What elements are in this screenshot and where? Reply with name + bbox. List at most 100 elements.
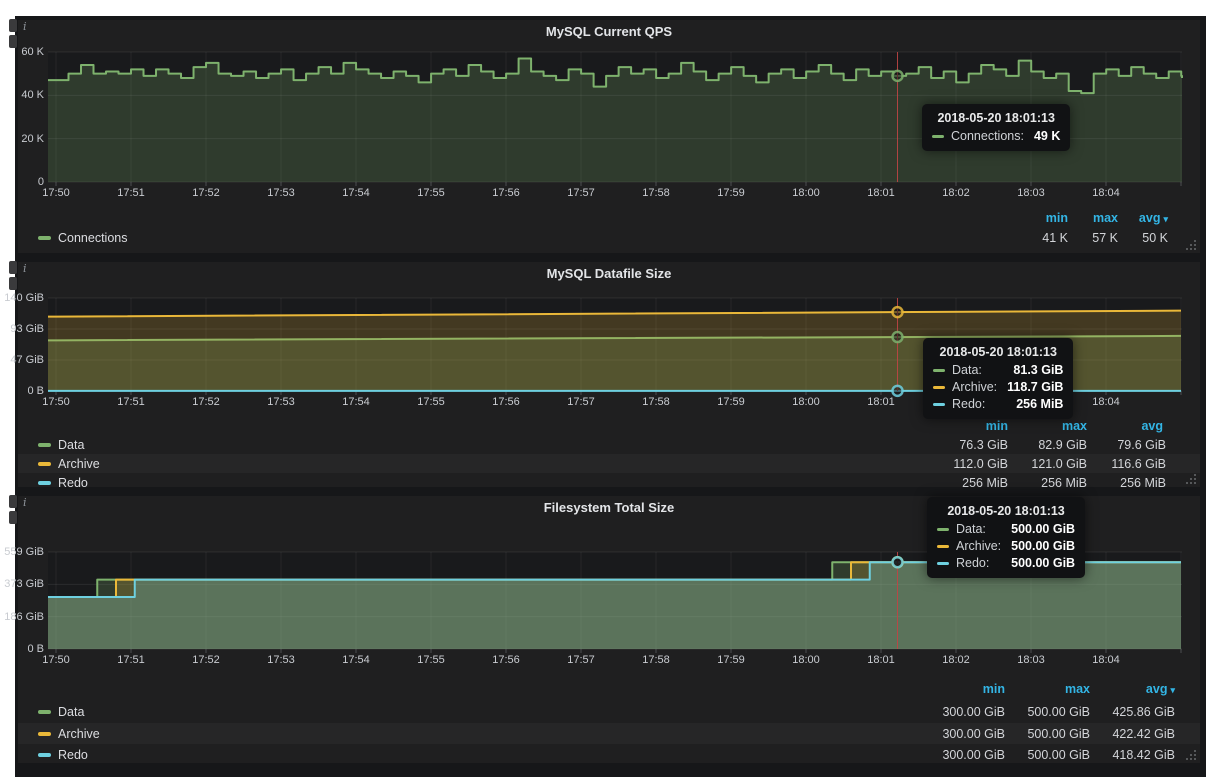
x-tick-label: 17:55 (406, 654, 456, 666)
legend-row: Redo 300.00 GiB 500.00 GiB 418.42 GiB (18, 744, 1200, 765)
x-tick-label: 17:50 (31, 187, 81, 199)
series-color-dash (937, 545, 949, 548)
stat-min-value: 112.0 GiB (929, 457, 1008, 471)
panel-title[interactable]: MySQL Current QPS (18, 24, 1200, 39)
x-tick-label: 18:00 (781, 654, 831, 666)
legend-series-data[interactable]: Data (38, 705, 84, 719)
tooltip-series-value: 500.00 GiB (1011, 556, 1075, 570)
x-tick-label: 17:52 (181, 396, 231, 408)
legend-row: Data 76.3 GiB 82.9 GiB 79.6 GiB (18, 435, 1200, 454)
legend-series-data[interactable]: Data (38, 438, 84, 452)
legend-row: Archive 300.00 GiB 500.00 GiB 422.42 GiB (18, 723, 1200, 744)
x-tick-label: 18:00 (781, 396, 831, 408)
x-tick-label: 17:50 (31, 654, 81, 666)
stat-header-min[interactable]: min (929, 419, 1008, 433)
legend-series-redo[interactable]: Redo (38, 748, 88, 762)
stat-max-value: 121.0 GiB (1008, 457, 1087, 471)
hover-point-marker (893, 307, 903, 317)
panel-resize-grip[interactable] (1186, 240, 1197, 251)
legend-series-archive[interactable]: Archive (38, 457, 100, 471)
x-tick-label: 17:51 (106, 187, 156, 199)
stat-header-avg[interactable]: avg (1087, 419, 1166, 433)
x-tick-label: 17:53 (256, 654, 306, 666)
legend-series-label: Archive (58, 457, 100, 471)
x-axis: 17:5017:5117:5217:5317:5417:5517:5617:57… (18, 187, 1200, 201)
stat-avg-value: 425.86 GiB (1090, 705, 1175, 719)
stat-max-value: 500.00 GiB (1005, 748, 1090, 762)
x-tick-label: 17:56 (481, 187, 531, 199)
chart-tooltip: 2018-05-20 18:01:13 Connections: 49 K (922, 104, 1070, 151)
stat-header-max[interactable]: max (1005, 682, 1090, 696)
stat-avg-value: 116.6 GiB (1087, 457, 1166, 471)
x-tick-label: 18:01 (856, 396, 906, 408)
stat-avg-value: 50 K (1118, 231, 1168, 245)
tooltip-series-value: 500.00 GiB (1011, 522, 1075, 536)
series-color-dash (38, 710, 51, 714)
series-color-dash (38, 462, 51, 466)
chart-tooltip: 2018-05-20 18:01:13 Data: 81.3 GiB Archi… (923, 338, 1073, 419)
panel-drag-handle[interactable] (9, 495, 17, 527)
stat-max-value: 57 K (1068, 231, 1118, 245)
panel-resize-grip[interactable] (1186, 750, 1197, 761)
legend-row: Redo 256 MiB 256 MiB 256 MiB (18, 473, 1200, 492)
y-tick-label: 186 GiB (2, 611, 44, 623)
stats-header-row: min max avg▾ (18, 209, 1200, 227)
series-color-dash (933, 369, 945, 372)
x-tick-label: 18:03 (1006, 187, 1056, 199)
legend-series-archive[interactable]: Archive (38, 727, 100, 741)
legend-series-label: Redo (58, 748, 88, 762)
tooltip-series-value: 49 K (1034, 129, 1060, 143)
legend-series-label: Data (58, 438, 84, 452)
y-tick-label: 559 GiB (2, 546, 44, 558)
hover-point-marker (893, 332, 903, 342)
stat-max-value: 82.9 GiB (1008, 438, 1087, 452)
x-tick-label: 17:59 (706, 396, 756, 408)
x-tick-label: 17:57 (556, 396, 606, 408)
y-tick-label: 47 GiB (2, 354, 44, 366)
x-tick-label: 17:56 (481, 396, 531, 408)
x-tick-label: 17:51 (106, 654, 156, 666)
legend-series-connections[interactable]: Connections (38, 231, 128, 245)
chart-tooltip: 2018-05-20 18:01:13 Data: 500.00 GiB Arc… (927, 497, 1085, 578)
y-tick-label: 373 GiB (2, 578, 44, 590)
series-color-dash (38, 481, 51, 485)
x-tick-label: 17:53 (256, 396, 306, 408)
y-tick-label: 93 GiB (2, 323, 44, 335)
series-color-dash (933, 386, 945, 389)
panel-title[interactable]: MySQL Datafile Size (18, 266, 1200, 281)
legend-series-label: Data (58, 705, 84, 719)
tooltip-timestamp: 2018-05-20 18:01:13 (933, 345, 1063, 359)
x-tick-label: 17:57 (556, 187, 606, 199)
x-tick-label: 17:53 (256, 187, 306, 199)
x-tick-label: 17:58 (631, 654, 681, 666)
x-tick-label: 18:00 (781, 187, 831, 199)
legend-series-redo[interactable]: Redo (38, 476, 88, 490)
stat-max-value: 500.00 GiB (1005, 727, 1090, 741)
stat-header-max[interactable]: max (1008, 419, 1087, 433)
stat-avg-value: 418.42 GiB (1090, 748, 1175, 762)
stat-header-max[interactable]: max (1068, 211, 1118, 225)
stat-avg-value: 422.42 GiB (1090, 727, 1175, 741)
x-tick-label: 18:01 (856, 187, 906, 199)
sort-caret-icon: ▾ (1170, 685, 1175, 695)
stat-header-min[interactable]: min (920, 682, 1005, 696)
panel-drag-handle[interactable] (9, 19, 17, 51)
x-tick-label: 17:55 (406, 187, 456, 199)
legend-series-label: Redo (58, 476, 88, 490)
stat-header-avg[interactable]: avg▾ (1118, 211, 1168, 225)
panel-resize-grip[interactable] (1186, 474, 1197, 485)
series-color-dash (38, 236, 51, 240)
stats-header-row: min max avg▾ (18, 680, 1200, 698)
x-tick-label: 17:56 (481, 654, 531, 666)
tooltip-series-label: Connections: (951, 129, 1024, 143)
stat-min-value: 41 K (1018, 231, 1068, 245)
stat-header-avg[interactable]: avg▾ (1090, 682, 1175, 696)
series-color-dash (38, 443, 51, 447)
stat-header-min[interactable]: min (1018, 211, 1068, 225)
panel-drag-handle[interactable] (9, 261, 17, 293)
y-tick-label: 140 GiB (2, 292, 44, 304)
x-tick-label: 17:52 (181, 187, 231, 199)
stat-min-value: 256 MiB (929, 476, 1008, 490)
tooltip-series-label: Redo: (952, 397, 985, 411)
hover-point-marker (893, 557, 903, 567)
